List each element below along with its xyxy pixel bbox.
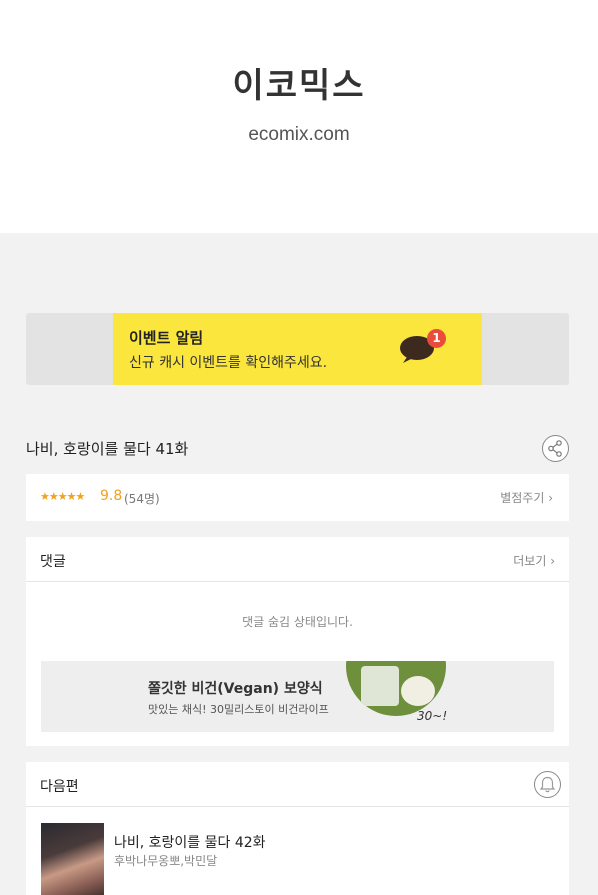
comments-more-link[interactable]: 더보기 › <box>513 552 555 569</box>
notification-badge: 1 <box>427 329 446 348</box>
comments-header: 댓글 더보기 › <box>26 537 569 582</box>
next-episode-title[interactable]: 나비, 호랑이를 물다 42화 <box>114 832 266 852</box>
comments-card: 댓글 더보기 › 댓글 숨김 상태입니다. 쫄깃한 비건(Vegan) 보양식 … <box>26 537 569 746</box>
rating-stars: ★★★★★ <box>40 490 85 503</box>
share-button[interactable] <box>542 435 569 462</box>
rating-count: (54명) <box>124 492 160 506</box>
event-banner[interactable]: 이벤트 알림 신규 캐시 이벤트를 확인해주세요. 1 <box>113 313 482 385</box>
share-icon <box>548 440 562 457</box>
next-episode-thumbnail[interactable] <box>41 823 104 895</box>
comments-title: 댓글 <box>40 554 66 570</box>
ad-image <box>346 661 446 716</box>
episode-title: 나비, 호랑이를 물다 41화 <box>26 440 189 458</box>
event-banner-title: 이벤트 알림 <box>129 329 204 347</box>
event-banner-description: 신규 캐시 이벤트를 확인해주세요. <box>129 355 328 371</box>
ad-banner[interactable]: 쫄깃한 비건(Vegan) 보양식 맛있는 채식! 30밀리스토이 비건라이프 … <box>41 661 554 732</box>
site-domain: ecomix.com <box>248 124 350 145</box>
comments-hidden-message: 댓글 숨김 상태입니다. <box>242 615 353 629</box>
site-header: 이코믹스 ecomix.com <box>0 0 598 233</box>
bell-icon <box>539 776 556 793</box>
next-episode-author: 후박나무옹뽀,박민달 <box>114 854 218 868</box>
rating-score: 9.8 <box>100 488 123 504</box>
rate-button[interactable]: 별점주기 › <box>500 489 553 506</box>
next-episode-card: 다음편 나비, 호랑이를 물다 42화 후박나무옹뽀,박민달 <box>26 762 569 895</box>
notify-button[interactable] <box>534 771 561 798</box>
site-logo[interactable]: 이코믹스 <box>0 58 598 107</box>
ad-description: 맛있는 채식! 30밀리스토이 비건라이프 <box>148 703 329 716</box>
rating-card: ★★★★★ 9.8 (54명) 별점주기 › <box>26 474 569 521</box>
next-episode-header: 다음편 <box>26 762 569 807</box>
ad-title: 쫄깃한 비건(Vegan) 보양식 <box>148 681 323 697</box>
next-episode-section-title: 다음편 <box>40 779 79 795</box>
event-banner-container: 이벤트 알림 신규 캐시 이벤트를 확인해주세요. 1 <box>26 313 569 385</box>
ad-brand-mark: 30~! <box>417 709 448 723</box>
